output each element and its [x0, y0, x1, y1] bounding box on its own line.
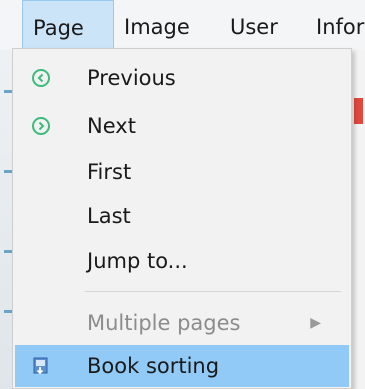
- menu-item-previous[interactable]: Previous: [15, 57, 349, 99]
- menu-item-first[interactable]: First: [15, 151, 349, 193]
- background-red-marker: [354, 98, 363, 124]
- menu-item-label: First: [87, 160, 132, 184]
- menu-item-label: Book sorting: [87, 354, 220, 378]
- menu-item-label: Multiple pages: [87, 311, 241, 335]
- menu-separator: [85, 291, 341, 292]
- menu-bar: Page Image User Infor: [0, 0, 365, 50]
- menu-item-label: Previous: [87, 66, 176, 90]
- menu-item-book-sorting[interactable]: Book sorting: [15, 345, 349, 387]
- submenu-arrow-icon: ▶: [310, 315, 321, 331]
- background-right-edge: [352, 50, 365, 389]
- menu-image[interactable]: Image: [124, 0, 190, 50]
- circle-arrow-right-icon: [32, 117, 50, 135]
- page-dropdown-menu: Previous Next First Last Jump to... Mult…: [12, 48, 352, 389]
- menu-item-label: Next: [87, 114, 136, 138]
- menu-user[interactable]: User: [230, 0, 278, 50]
- menu-page[interactable]: Page: [22, 0, 114, 50]
- menu-item-multiple-pages[interactable]: Multiple pages ▶: [15, 302, 349, 344]
- menu-item-next[interactable]: Next: [15, 105, 349, 147]
- menu-item-label: Last: [87, 204, 131, 228]
- menu-item-last[interactable]: Last: [15, 195, 349, 237]
- menu-information[interactable]: Infor: [316, 0, 364, 50]
- menu-item-label: Jump to...: [87, 249, 188, 273]
- menu-item-jump-to[interactable]: Jump to...: [15, 240, 349, 282]
- circle-arrow-left-icon: [32, 69, 50, 87]
- book-sort-icon: [33, 357, 48, 375]
